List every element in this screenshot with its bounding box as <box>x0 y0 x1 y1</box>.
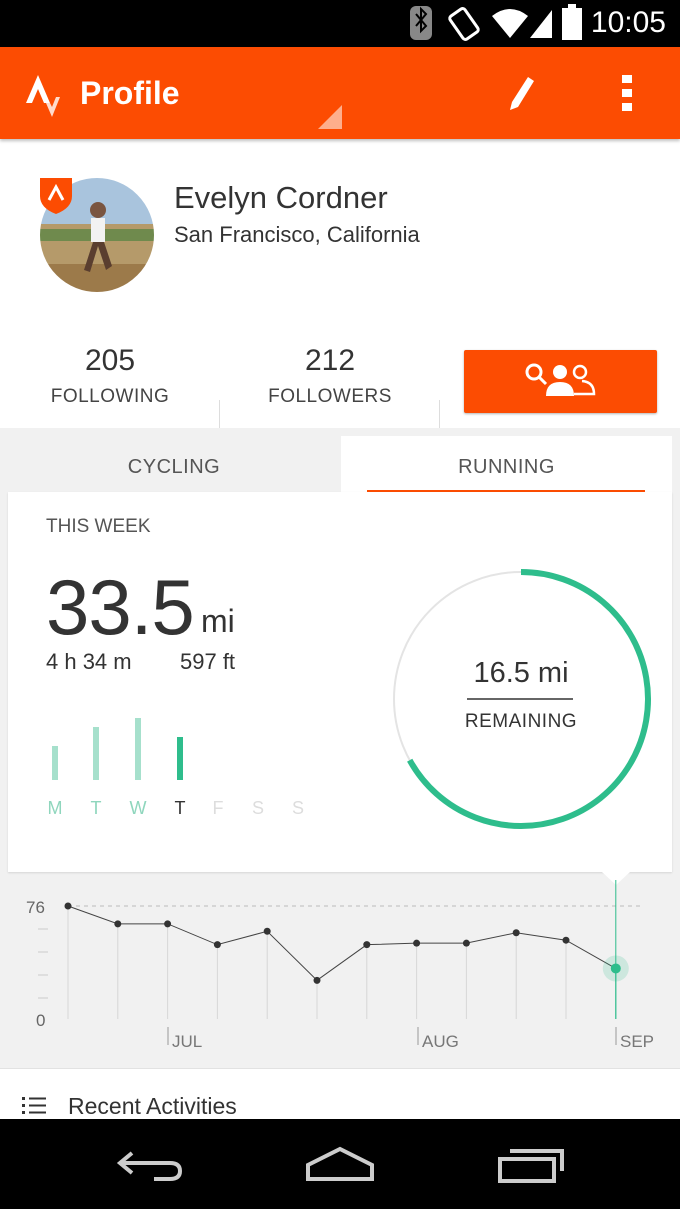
page-title: Profile <box>80 75 180 111</box>
remaining-value: 16.5 mi <box>473 657 569 689</box>
pencil-icon[interactable] <box>506 73 540 113</box>
day-bar-0 <box>52 746 58 780</box>
day-label: T <box>174 798 186 818</box>
week-point <box>462 939 470 947</box>
overflow-menu-icon[interactable] <box>618 73 638 113</box>
remaining-label: REMAINING <box>464 711 578 732</box>
week-distance-unit: mi <box>201 603 235 639</box>
week-point <box>313 976 321 984</box>
day-bar-2 <box>135 718 141 780</box>
day-label: W <box>129 798 147 818</box>
following-stat[interactable]: 205 FOLLOWING <box>20 344 200 408</box>
find-friends-button[interactable] <box>464 350 657 413</box>
followers-label: FOLLOWERS <box>268 386 392 407</box>
athlete-name: Evelyn Cordner <box>174 180 388 215</box>
month-label: JUL <box>172 1032 202 1051</box>
week-point <box>610 963 621 974</box>
bluetooth-icon <box>410 6 432 40</box>
recent-activities-label: Recent Activities <box>68 1093 237 1119</box>
following-label: FOLLOWING <box>50 386 170 407</box>
home-icon[interactable] <box>304 1145 376 1185</box>
day-label: F <box>212 798 224 818</box>
dropdown-corner-icon <box>318 105 342 129</box>
following-count: 205 <box>84 344 136 377</box>
athlete-location: San Francisco, California <box>174 222 420 247</box>
day-label: M <box>47 798 63 818</box>
status-time: 10:05 <box>590 6 666 39</box>
back-icon[interactable] <box>116 1147 184 1183</box>
app-bar: Profile <box>0 47 680 139</box>
weekly-history-chart[interactable]: 76 0 JUL AUG SEP <box>0 880 680 1060</box>
y-axis-max-label: 76 <box>26 898 45 917</box>
find-friends-icon <box>525 363 596 396</box>
system-nav-bar <box>0 1119 680 1209</box>
day-label: T <box>90 798 102 818</box>
divider <box>219 400 220 428</box>
week-time: 4 h 34 m <box>46 649 132 674</box>
goal-ring <box>393 569 651 829</box>
y-axis-min-label: 0 <box>36 1011 45 1030</box>
week-point <box>164 920 172 928</box>
signal-icon <box>530 10 552 38</box>
week-point <box>562 936 570 944</box>
week-point <box>413 939 421 947</box>
followers-count: 212 <box>304 344 356 377</box>
day-bar-1 <box>93 727 99 780</box>
week-point <box>64 902 72 910</box>
day-bar-3 <box>177 737 183 780</box>
tab-cycling[interactable]: CYCLING <box>8 456 340 479</box>
this-week-label: THIS WEEK <box>46 516 151 537</box>
tab-running[interactable]: RUNNING <box>341 456 672 479</box>
week-point <box>512 929 520 937</box>
month-label: SEP <box>620 1032 654 1051</box>
week-elevation: 597 ft <box>180 649 236 674</box>
divider <box>439 400 440 428</box>
day-label: S <box>251 798 264 818</box>
battery-icon <box>562 4 582 40</box>
recent-activities-row[interactable]: Recent Activities <box>0 1068 680 1121</box>
weekly-distance-line <box>67 905 617 981</box>
avatar[interactable] <box>36 174 158 296</box>
daily-bars <box>52 718 183 780</box>
week-point <box>363 941 371 949</box>
status-icons <box>410 4 582 41</box>
wifi-icon <box>492 9 528 38</box>
followers-stat[interactable]: 212 FOLLOWERS <box>240 344 420 408</box>
week-point <box>114 920 122 928</box>
vibrate-icon <box>448 7 480 41</box>
status-bar: 10:05 <box>0 0 680 47</box>
week-point <box>213 941 221 949</box>
week-distance: 33.5 <box>46 563 195 651</box>
recents-icon[interactable] <box>496 1145 566 1185</box>
list-icon <box>22 1097 46 1114</box>
week-point <box>263 927 271 935</box>
month-label: AUG <box>422 1032 459 1051</box>
day-label: S <box>291 798 304 818</box>
strava-logo-icon[interactable] <box>24 67 64 119</box>
